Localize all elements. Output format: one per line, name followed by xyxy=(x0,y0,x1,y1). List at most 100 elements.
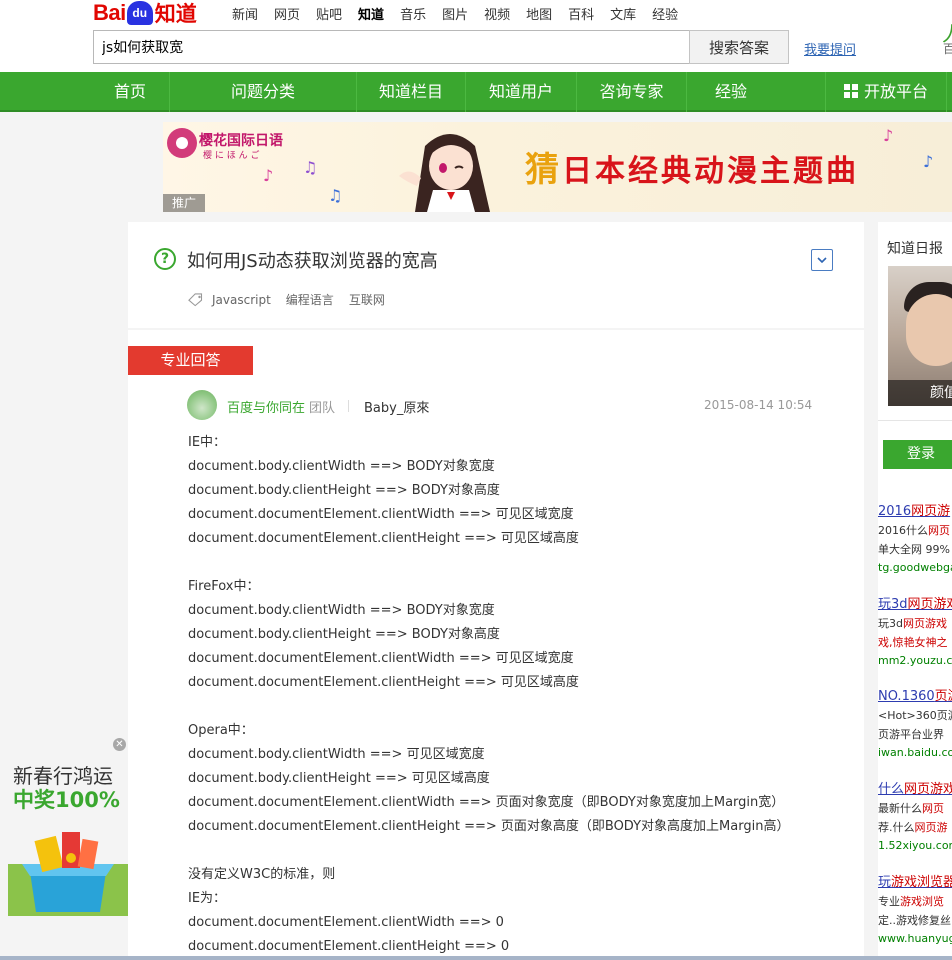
answer-content: IE中： document.body.clientWidth ==> BODY对… xyxy=(188,435,790,954)
ad-title[interactable]: NO.1360页游 xyxy=(878,688,952,706)
ad-title-highlight: 页游 xyxy=(934,689,952,704)
ad-title-part: 2016 xyxy=(878,504,912,519)
ad-desc: 2016什么网页 xyxy=(878,521,952,540)
promo-banner[interactable]: 樱花国际日语 樱 に ほ ん ご ♪ ♫ ♫ ♪ ♪ 猜日本经典动漫主题曲 推广 xyxy=(163,122,952,212)
daily-title: 知道日报 xyxy=(887,241,943,257)
music-note-icon: ♫ xyxy=(328,186,343,205)
logo-zhidao: 知道 xyxy=(154,2,197,26)
ad-url: tg.goodwebga xyxy=(878,561,952,574)
ad-desc-part: 专业 xyxy=(878,895,900,908)
photo-face xyxy=(906,294,952,366)
daily-photo[interactable]: 颜值 xyxy=(888,266,952,406)
top-nav-web[interactable]: 网页 xyxy=(274,4,300,23)
tag-internet[interactable]: 互联网 xyxy=(349,291,385,308)
ad-desc: 最新什么网页 xyxy=(878,799,952,818)
answer-user[interactable]: Baby_原來 xyxy=(364,397,429,416)
main-nav-experts[interactable]: 咨询专家 xyxy=(577,72,686,112)
top-header: Bai du 知道 新闻 网页 贴吧 知道 音乐 图片 视频 地图 百科 文库 … xyxy=(0,0,952,72)
baidu-zhidao-logo[interactable]: Bai du 知道 xyxy=(93,0,197,26)
music-note-icon: ♪ xyxy=(923,152,934,171)
ad-title-highlight: 网页游戏 xyxy=(904,782,952,797)
ad-title[interactable]: 玩游戏浏览器 xyxy=(878,874,952,892)
ad-desc-highlight: 网页游戏 xyxy=(902,617,947,630)
banner-brand-sub: 樱 に ほ ん ご xyxy=(203,151,260,161)
main-nav-open-platform[interactable]: 开放平台 xyxy=(826,72,946,112)
top-nav-baike[interactable]: 百科 xyxy=(568,4,594,23)
top-nav-news[interactable]: 新闻 xyxy=(232,4,258,23)
main-nav-users[interactable]: 知道用户 xyxy=(466,72,576,112)
divider xyxy=(348,400,349,412)
taskbar-edge xyxy=(0,956,952,960)
photo-caption: 颜值 xyxy=(888,380,952,406)
ad-desc: 单大全网 99% xyxy=(878,543,950,556)
ad-desc-highlight: 网页 xyxy=(928,524,950,537)
main-nav-home[interactable]: 首页 xyxy=(80,72,180,112)
sidebar-ad[interactable]: 什么网页游戏 最新什么网页 荐.什么网页游 1.52xiyou.com xyxy=(878,781,952,854)
answer-card: 专业回答 百度与你同在 团队 Baby_原來 2015-08-14 10:54 … xyxy=(128,330,864,960)
main-nav-jingyan[interactable]: 经验 xyxy=(687,72,775,112)
ask-question-link[interactable]: 我要提问 xyxy=(804,39,856,58)
close-icon[interactable]: ✕ xyxy=(113,738,126,751)
ad-title-highlight: 游戏浏览器 xyxy=(891,875,952,890)
ad-title[interactable]: 玩3d网页游戏 xyxy=(878,596,952,614)
music-note-icon: ♫ xyxy=(303,158,318,177)
top-nav-images[interactable]: 图片 xyxy=(442,4,468,23)
ad-desc: 专业游戏浏览 xyxy=(878,892,952,911)
top-nav: 新闻 网页 贴吧 知道 音乐 图片 视频 地图 百科 文库 经验 xyxy=(232,4,694,23)
ad-desc-part: 荐.什么 xyxy=(878,821,915,834)
music-note-icon: ♪ xyxy=(263,166,274,185)
ad-tag: 推广 xyxy=(163,194,205,212)
tag-programming[interactable]: 编程语言 xyxy=(286,291,334,308)
sidebar-ad[interactable]: NO.1360页游 <Hot>360页游 页游平台业界 iwan.baidu.c… xyxy=(878,688,952,761)
tag-javascript[interactable]: Javascript xyxy=(212,293,271,307)
search-input[interactable] xyxy=(93,30,690,64)
ad-desc-highlight: 游戏浏览 xyxy=(900,895,944,908)
ad-desc: 荐.什么网页游 xyxy=(878,818,952,837)
question-title: 如何用JS动态获取浏览器的宽高 xyxy=(187,251,438,272)
ad-url: iwan.baidu.co xyxy=(878,746,952,759)
ad-desc: 页游平台业界 xyxy=(878,728,944,741)
top-nav-wenku[interactable]: 文库 xyxy=(610,4,636,23)
top-nav-music[interactable]: 音乐 xyxy=(400,4,426,23)
answer-team-link[interactable]: 百度与你同在 xyxy=(227,397,305,416)
ad-title-part: 什么 xyxy=(878,782,905,797)
promo-line-2: 中奖100% xyxy=(13,788,120,812)
ad-title-part: 玩 xyxy=(878,875,892,890)
gift-box-icon xyxy=(8,832,128,916)
ad-desc: 戏,惊艳女神之 xyxy=(878,633,952,652)
chevron-down-icon xyxy=(817,257,827,263)
ad-desc: <Hot>360页游 xyxy=(878,709,952,722)
ad-url: 1.52xiyou.com xyxy=(878,839,952,852)
ad-title[interactable]: 什么网页游戏 xyxy=(878,781,952,799)
top-nav-zhidao[interactable]: 知道 xyxy=(358,4,384,23)
floating-promo[interactable]: ✕ 新春行鸿运 中奖100% xyxy=(0,738,128,918)
top-nav-map[interactable]: 地图 xyxy=(526,4,552,23)
expand-toggle-button[interactable] xyxy=(811,249,833,271)
login-button[interactable]: 登录 xyxy=(883,440,952,469)
divider xyxy=(878,420,952,421)
avatar[interactable] xyxy=(187,390,217,420)
question-icon: ? xyxy=(154,248,176,270)
top-nav-tieba[interactable]: 贴吧 xyxy=(316,4,342,23)
ad-desc: 定..游戏修复丝 xyxy=(878,914,951,927)
ad-title-part: 玩3d xyxy=(878,597,908,612)
sidebar-ad[interactable]: 2016网页游 2016什么网页 单大全网 99% tg.goodwebga xyxy=(878,503,952,576)
sakura-logo-icon xyxy=(167,128,197,158)
team-label: 团队 xyxy=(309,401,336,416)
logo-paw-icon: du xyxy=(126,1,153,25)
ad-desc-part: 2016什么 xyxy=(878,524,928,537)
ad-url: mm2.youzu.co xyxy=(878,654,952,667)
logo-bai: Bai xyxy=(93,0,126,25)
sidebar-ad[interactable]: 玩3d网页游戏 玩3d网页游戏 戏,惊艳女神之 mm2.youzu.co xyxy=(878,596,952,669)
main-nav-columns[interactable]: 知道栏目 xyxy=(357,72,465,112)
ad-title-highlight: 网页游戏 xyxy=(907,597,952,612)
top-nav-video[interactable]: 视频 xyxy=(484,4,510,23)
main-nav-categories[interactable]: 问题分类 xyxy=(170,72,356,112)
ad-title-part: NO.1360 xyxy=(878,689,935,704)
banner-brand: 樱花国际日语 xyxy=(199,133,283,149)
search-answer-button[interactable]: 搜索答案 xyxy=(689,30,789,64)
top-nav-jingyan[interactable]: 经验 xyxy=(652,4,678,23)
ad-title[interactable]: 2016网页游 xyxy=(878,503,952,521)
sidebar-ad[interactable]: 玩游戏浏览器 专业游戏浏览 定..游戏修复丝 www.huanyug xyxy=(878,874,952,947)
ad-desc-highlight: 网页 xyxy=(922,802,944,815)
